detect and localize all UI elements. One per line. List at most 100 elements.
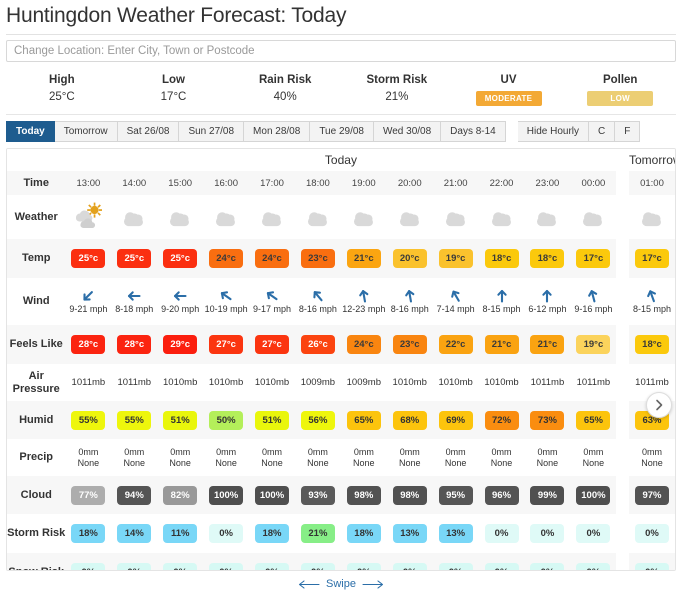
summary-value: 17°C [160,91,187,103]
storm-risk-pill: 0% [209,524,244,543]
wind-speed-label: 8-15 mph [632,304,671,314]
snow-risk-cell: 0% [203,553,250,570]
cloud-pill: 98% [392,485,427,505]
tab-days-8-14[interactable]: Days 8-14 [441,121,506,142]
snow-risk-pill: 0% [392,562,427,570]
wind-cell: 8-16 mph [386,278,433,325]
time-cell: 15:00 [157,171,204,195]
humidity-cell: 65% [340,401,387,439]
temp-pill: 23°c [300,249,335,268]
tab-sat-26-08[interactable]: Sat 26/08 [117,121,180,142]
tab-tue-29-08[interactable]: Tue 29/08 [310,121,374,142]
time-cell: 14:00 [111,171,158,195]
cloud-pill: 99% [530,485,565,505]
time-cell: 20:00 [386,171,433,195]
change-location-input[interactable]: Change Location: Enter City, Town or Pos… [6,40,676,62]
precip-cell: 0mm None [432,439,479,476]
row-label-humidity: Humid [7,401,66,439]
humidity-pill: 65% [346,410,381,430]
time-cell: 00:00 [570,171,617,195]
forecast-row-temp: Temp 25°c 25°c 25°c 24°c 24°c 23°c 21°c 20°c 19°c… [7,239,675,278]
time-cell: 19:00 [340,171,387,195]
control-hide-hourly-button[interactable]: Hide Hourly [517,121,589,142]
feels-like-cell: 21°c [524,325,571,364]
air-pressure-cell: 1010mb [157,364,204,401]
cloud-icon [583,211,603,226]
row-label-time: Time [7,171,66,195]
summary-value: 21% [385,91,409,103]
humidity-cell: 55% [65,401,112,439]
temp-pill: 21°c [346,249,381,268]
feels-like-pill: 19°c [576,335,611,354]
snow-risk-pill: 0% [484,562,519,570]
tab-sun-27-08[interactable]: Sun 27/08 [179,121,245,142]
storm-risk-cell: 21% [294,514,341,553]
wind-cell: 8-16 mph [294,278,341,325]
summary-label: Rain Risk [258,74,312,86]
storm-risk-pill: 13% [438,524,473,543]
wind-direction-arrow-icon [404,290,415,303]
storm-risk-pill: 18% [346,524,381,543]
snow-risk-cell: 0% [386,553,433,570]
cloud-pill: 100% [576,485,611,505]
snow-risk-cell: 0% [157,553,204,570]
snow-risk-pill: 0% [634,562,669,570]
status-badge: LOW [587,91,654,106]
row-label-temp: Temp [7,239,66,278]
tab-today[interactable]: Today [6,121,55,142]
feels-like-pill: 23°c [392,335,427,354]
wind-cell: 10-19 mph [203,278,250,325]
tab-mon-28-08[interactable]: Mon 28/08 [244,121,311,142]
snow-risk-pill: 0% [209,562,244,570]
precip-cell: 0mm None [628,439,675,476]
precip-type: None [444,457,467,468]
feels-like-cell: 24°c [340,325,387,364]
precip-type: None [490,457,513,468]
air-pressure-cell: 1010mb [432,364,479,401]
cloud-cell: 99% [524,476,571,514]
row-label-cloud: Cloud [7,476,66,514]
control-c-button[interactable]: C [589,121,616,142]
air-pressure-cell: 1010mb [386,364,433,401]
forecast-row-storm-risk: Storm Risk 18% 14% 11% 0% 18% 21% 18% 13% 13% 0% 0%… [7,514,675,553]
arrow-right-icon [362,579,384,589]
feels-like-cell: 28°c [111,325,158,364]
humidity-pill: 55% [71,410,106,430]
temp-pill: 25°c [71,249,106,268]
tab-wed-30-08[interactable]: Wed 30/08 [373,121,442,142]
snow-risk-cell: 0% [65,553,112,570]
air-pressure-cell: 1010mb [478,364,525,401]
wind-direction-arrow-icon [588,290,598,303]
tab-tomorrow[interactable]: Tomorrow [54,121,118,142]
precip-amount: 0mm [445,447,466,457]
day-separator-cell [616,476,629,514]
cloud-cell: 77% [65,476,112,514]
swipe-hint: Swipe [0,578,682,590]
cloud-cell: 94% [111,476,158,514]
wind-direction-arrow-icon [266,291,278,301]
cloud-cell: 100% [203,476,250,514]
temp-pill: 24°c [255,249,289,268]
time-cell: 17:00 [249,171,295,195]
cloud-icon [307,211,327,226]
feels-like-cell: 27°c [203,325,250,364]
cloud-icon [399,211,419,226]
snow-risk-cell: 0% [340,553,387,570]
wind-speed-label: 8-16 mph [390,304,429,314]
wind-speed-label: 9-21 mph [69,304,108,314]
snow-risk-pill: 0% [300,562,335,570]
next-day-button[interactable] [646,392,672,418]
cloud-icon [445,211,465,226]
control-f-button[interactable]: F [615,121,641,142]
day-header-today: Today [65,149,617,171]
weather-icon-cell [203,195,250,239]
precip-type: None [215,457,237,468]
feels-like-pill: 27°c [255,335,289,354]
feels-like-pill: 28°c [71,335,106,354]
precip-amount: 0mm [262,447,282,457]
wind-speed-label: 9-20 mph [161,304,200,314]
air-pressure-cell: 1009mb [340,364,387,401]
forecast-row-air-pressure: Air Pressure 1011mb 1011mb 1010mb 1010mb 1010… [7,364,675,401]
precip-cell: 0mm None [524,439,571,476]
summary-value: 40% [273,91,297,103]
